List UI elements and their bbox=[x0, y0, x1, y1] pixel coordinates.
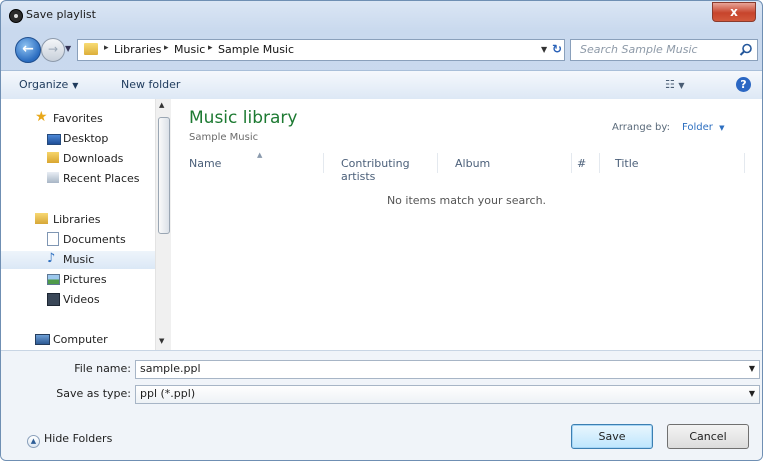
column-header-name[interactable]: Name bbox=[171, 153, 324, 173]
search-icon[interactable] bbox=[739, 43, 753, 57]
nav-favorites-label: Favorites bbox=[53, 112, 103, 125]
nav-item-recent-places[interactable]: Recent Places bbox=[1, 170, 155, 188]
column-header-label: Album bbox=[455, 157, 491, 170]
nav-item-label: Desktop bbox=[63, 132, 109, 145]
column-header-label: Contributing artists bbox=[341, 157, 410, 183]
nav-item-label: Videos bbox=[63, 293, 100, 306]
computer-icon bbox=[35, 334, 50, 345]
back-arrow-icon: ← bbox=[22, 41, 34, 57]
pictures-icon bbox=[47, 274, 60, 285]
breadcrumb-libraries[interactable]: Libraries bbox=[114, 43, 162, 56]
videos-icon bbox=[47, 293, 60, 306]
documents-icon bbox=[47, 232, 59, 246]
empty-results-message: No items match your search. bbox=[386, 194, 547, 207]
save-button[interactable]: Save bbox=[571, 424, 653, 449]
nav-libraries[interactable]: Libraries bbox=[1, 211, 155, 229]
title-bar: Save playlist x bbox=[1, 1, 762, 31]
back-button[interactable]: ← bbox=[15, 37, 41, 63]
nav-item-documents[interactable]: Documents bbox=[1, 231, 155, 249]
nav-item-label: Documents bbox=[63, 233, 126, 246]
scroll-up-icon[interactable]: ▲ bbox=[159, 101, 164, 109]
chevron-down-icon: ▼ bbox=[719, 124, 725, 132]
nav-item-pictures[interactable]: Pictures bbox=[1, 271, 155, 289]
new-folder-button[interactable]: New folder bbox=[121, 78, 180, 91]
breadcrumb-sample-music[interactable]: Sample Music bbox=[218, 43, 294, 56]
column-header-label: Title bbox=[615, 157, 639, 170]
organize-label: Organize bbox=[19, 78, 69, 91]
column-header-label: Name bbox=[189, 157, 222, 170]
column-header-album[interactable]: Album bbox=[437, 153, 572, 173]
chevron-up-icon: ▲ bbox=[27, 435, 40, 448]
file-name-field[interactable]: sample.ppl ▼ bbox=[135, 360, 760, 379]
file-name-label: File name: bbox=[74, 362, 131, 375]
hide-folders-label: Hide Folders bbox=[44, 432, 113, 445]
nav-item-label: Music bbox=[63, 253, 95, 266]
save-as-type-label: Save as type: bbox=[56, 387, 131, 400]
window-title: Save playlist bbox=[26, 8, 96, 21]
nav-libraries-label: Libraries bbox=[53, 213, 101, 226]
column-header-title[interactable]: Title bbox=[599, 153, 745, 173]
chevron-down-icon: ▼ bbox=[748, 389, 755, 398]
nav-item-music[interactable]: ♪ Music bbox=[1, 251, 155, 269]
desktop-icon bbox=[47, 134, 61, 145]
save-as-type-select[interactable]: ppl (*.ppl) ▼ bbox=[135, 385, 760, 404]
organize-menu[interactable]: Organize ▼ bbox=[19, 78, 78, 91]
nav-favorites[interactable]: ★ Favorites bbox=[1, 109, 155, 128]
breadcrumb-separator: ▸ bbox=[208, 43, 213, 53]
libraries-folder-icon bbox=[35, 213, 48, 224]
nav-item-desktop[interactable]: Desktop bbox=[1, 130, 155, 148]
address-bar[interactable]: ▸ Libraries ▸ Music ▸ Sample Music bbox=[77, 39, 565, 61]
help-icon[interactable]: ? bbox=[736, 77, 751, 92]
search-placeholder: Search Sample Music bbox=[580, 43, 698, 56]
command-bar: Organize ▼ New folder ☷ ▼ ? bbox=[1, 70, 762, 100]
column-header-number[interactable]: # bbox=[571, 153, 600, 173]
breadcrumb-separator: ▸ bbox=[164, 43, 169, 53]
downloads-folder-icon bbox=[47, 152, 59, 163]
view-options-icon[interactable]: ☷ ▼ bbox=[665, 78, 691, 92]
forward-button[interactable]: → bbox=[41, 38, 65, 62]
navigation-scrollbar[interactable]: ▲ ▼ bbox=[155, 99, 171, 350]
breadcrumb-separator: ▸ bbox=[104, 43, 109, 53]
arrange-by-label: Arrange by: bbox=[612, 122, 670, 133]
nav-computer[interactable]: Computer bbox=[1, 331, 155, 349]
search-input[interactable]: Search Sample Music bbox=[570, 39, 758, 61]
recent-places-icon bbox=[47, 172, 59, 183]
address-dropdown-icon[interactable]: ▼ bbox=[541, 45, 547, 54]
library-subtitle: Sample Music bbox=[189, 132, 259, 143]
cancel-button[interactable]: Cancel bbox=[667, 424, 749, 449]
app-icon bbox=[9, 9, 23, 23]
file-name-value: sample.ppl bbox=[140, 362, 201, 375]
refresh-icon[interactable]: ↻ bbox=[549, 40, 565, 58]
nav-item-label: Downloads bbox=[63, 152, 124, 165]
file-list-pane: Music library Sample Music Arrange by: F… bbox=[171, 99, 762, 350]
save-as-type-value: ppl (*.ppl) bbox=[140, 387, 196, 400]
navigation-pane: ★ Favorites Desktop Downloads Recent Pla… bbox=[1, 99, 155, 350]
nav-item-videos[interactable]: Videos bbox=[1, 291, 155, 309]
nav-item-downloads[interactable]: Downloads bbox=[1, 150, 155, 168]
chevron-down-icon[interactable]: ▼ bbox=[749, 364, 755, 373]
column-header-label: # bbox=[577, 157, 587, 170]
folder-icon bbox=[84, 43, 98, 55]
music-note-icon: ♪ bbox=[47, 251, 56, 266]
library-title: Music library bbox=[189, 108, 298, 128]
chevron-down-icon: ▼ bbox=[72, 81, 79, 90]
nav-item-label: Pictures bbox=[63, 273, 107, 286]
arrange-by-value: Folder bbox=[682, 122, 713, 133]
column-header-contributing-artists[interactable]: Contributing artists bbox=[323, 153, 438, 183]
hide-folders-button[interactable]: ▲ Hide Folders bbox=[27, 432, 112, 448]
recent-pages-dropdown[interactable]: ▼ bbox=[65, 44, 71, 53]
scroll-down-icon[interactable]: ▼ bbox=[159, 337, 164, 345]
star-icon: ★ bbox=[35, 109, 48, 125]
arrange-by-dropdown[interactable]: Folder ▼ bbox=[682, 122, 724, 133]
forward-arrow-icon: → bbox=[47, 42, 59, 56]
close-button[interactable]: x bbox=[712, 2, 756, 22]
nav-computer-label: Computer bbox=[53, 333, 108, 346]
breadcrumb-music[interactable]: Music bbox=[174, 43, 205, 56]
nav-item-label: Recent Places bbox=[63, 172, 140, 185]
scrollbar-thumb[interactable] bbox=[158, 117, 170, 234]
save-playlist-dialog: Save playlist x ← → ▼ ▸ Libraries ▸ Musi… bbox=[0, 0, 763, 461]
